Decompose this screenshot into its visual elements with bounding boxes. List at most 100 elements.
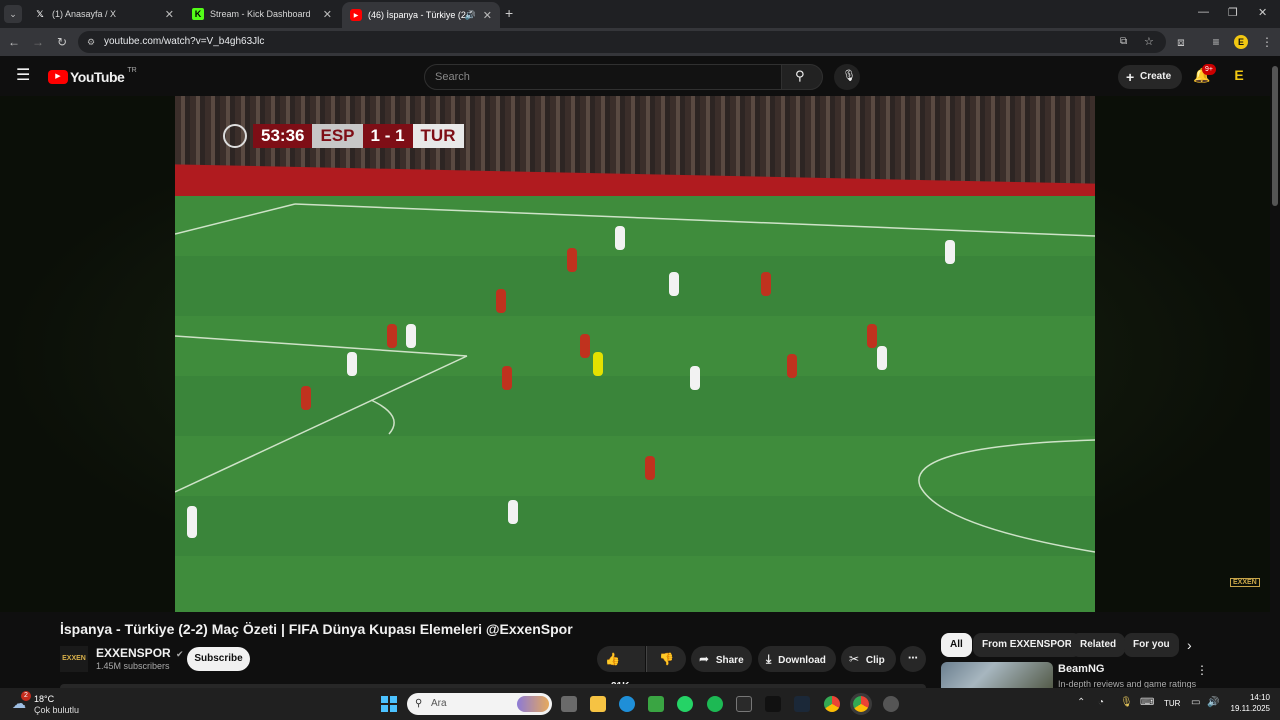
network-icon[interactable]: ▭ — [1191, 697, 1200, 708]
tab-title: Stream - Kick Dashboard — [210, 9, 311, 19]
back-icon[interactable]: ← — [5, 33, 23, 51]
home-team: ESP — [312, 124, 363, 148]
install-app-icon[interactable]: ⧉ — [1120, 31, 1127, 53]
share-button[interactable]: ➦ Share — [691, 646, 752, 672]
tab-kick[interactable]: K Stream - Kick Dashboard ✕ — [184, 2, 340, 26]
download-label: Download — [778, 655, 826, 666]
close-tab-icon[interactable]: ✕ — [323, 8, 332, 21]
clock-date[interactable]: 19.11.2025 — [1222, 704, 1270, 713]
subscribe-button[interactable]: Subscribe — [187, 647, 250, 671]
site-info-icon[interactable]: ⚙ — [87, 31, 95, 53]
weather-temperature: 18°C — [34, 694, 55, 704]
app-icon[interactable] — [883, 696, 899, 712]
tab-search-dropdown-icon[interactable]: ⌄ — [4, 5, 22, 23]
scrollbar-thumb[interactable] — [1272, 66, 1278, 206]
youtube-logo[interactable]: ▶ YouTube TR — [48, 66, 137, 85]
tray-chevron-icon[interactable]: ⌃ — [1077, 697, 1085, 708]
tiktok-icon[interactable] — [765, 696, 781, 712]
chrome-menu-icon[interactable]: ⋮ — [1258, 33, 1276, 51]
share-icon: ➦ — [699, 652, 710, 666]
more-actions-button[interactable]: ⋯ — [900, 646, 926, 672]
speaker-icon[interactable]: 🔊 — [465, 10, 476, 21]
close-tab-icon[interactable]: ✕ — [165, 8, 174, 21]
channel-watermark: EXXEN — [1230, 578, 1260, 587]
chip-related[interactable]: Related — [1071, 633, 1126, 657]
spotify-icon[interactable] — [707, 696, 723, 712]
edge-icon[interactable] — [619, 696, 635, 712]
like-button[interactable]: 👍 21K — [597, 646, 645, 692]
youtube-masthead: ☰ ▶ YouTube TR Search ⚲ 🎙 + Create 🔔 9+ … — [0, 56, 1280, 96]
task-view-icon[interactable] — [561, 696, 577, 712]
bookmark-star-icon[interactable]: ☆ — [1144, 31, 1154, 53]
channel-name-text: EXXENSPOR — [96, 646, 171, 660]
close-tab-icon[interactable]: ✕ — [483, 9, 492, 22]
minimize-icon[interactable]: — — [1198, 6, 1209, 18]
player — [508, 500, 518, 524]
page-scrollbar[interactable] — [1270, 56, 1280, 688]
restore-icon[interactable]: ❐ — [1228, 6, 1238, 19]
search-icon: ⚲ — [795, 68, 805, 83]
voice-search-button[interactable]: 🎙 — [834, 64, 860, 90]
chip-from-channel[interactable]: From EXXENSPOR — [973, 633, 1082, 657]
pitch-lines — [175, 203, 1095, 553]
tray-mic-icon[interactable]: 🎙 — [1120, 697, 1133, 708]
download-button[interactable]: ⤓ Download — [758, 646, 836, 672]
player — [669, 272, 679, 296]
windows-start-icon[interactable] — [381, 696, 397, 712]
scoreboard: 53:36 ESP 1 - 1 TUR — [253, 124, 464, 148]
file-explorer-icon[interactable] — [590, 696, 606, 712]
player — [645, 456, 655, 480]
match-score: 1 - 1 — [362, 124, 413, 148]
create-button[interactable]: + Create — [1118, 65, 1182, 89]
address-bar[interactable]: ⚙ youtube.com/watch?v=V_b4gh63Jlc ⧉ ☆ — [78, 31, 1166, 53]
player — [580, 334, 590, 358]
minecraft-icon[interactable] — [648, 696, 664, 712]
chip-all[interactable]: All — [941, 633, 972, 657]
weather-badge: 2 — [21, 691, 31, 701]
tab-title: (46) İspanya - Türkiye (2-2) — [368, 10, 472, 20]
tab-x[interactable]: 𝕏 (1) Anasayfa / X ✕ — [26, 2, 182, 26]
tab-title: (1) Anasayfa / X — [52, 9, 117, 19]
input-language[interactable]: TUR — [1164, 699, 1180, 708]
download-icon: ⤓ — [766, 652, 772, 666]
clip-button[interactable]: ✂ Clip — [841, 646, 896, 672]
hamburger-menu-icon[interactable]: ☰ — [16, 68, 30, 84]
channel-avatar[interactable]: EXXEN — [60, 646, 88, 672]
video-title: İspanya - Türkiye (2-2) Maç Özeti | FIFA… — [60, 621, 573, 637]
extensions-icon[interactable]: ⧈ — [1172, 33, 1190, 51]
search-button[interactable]: ⚲ — [781, 64, 823, 90]
dislike-button[interactable]: 👎 — [646, 646, 686, 672]
steam-icon[interactable] — [794, 696, 810, 712]
search-input[interactable]: Search — [424, 64, 782, 90]
player — [567, 248, 577, 272]
clock-time[interactable]: 14:10 — [1236, 693, 1270, 702]
tray-keyboard-icon[interactable]: ⌨ — [1140, 697, 1154, 708]
reading-list-icon[interactable]: ≡ — [1207, 33, 1225, 51]
chip-for-you[interactable]: For you — [1124, 633, 1179, 657]
video-player[interactable]: 53:36 ESP 1 - 1 TUR — [175, 96, 1095, 612]
player — [945, 240, 955, 264]
close-window-icon[interactable]: ✕ — [1258, 6, 1267, 19]
player — [347, 352, 357, 376]
channel-name[interactable]: EXXENSPOR ✔ — [96, 646, 184, 660]
taskbar-search[interactable]: ⚲ Ara — [407, 693, 552, 715]
chrome-icon[interactable] — [824, 696, 840, 712]
region-label: TR — [127, 66, 137, 74]
chevron-right-icon[interactable]: › — [1187, 637, 1192, 653]
recommendation-thumbnail[interactable] — [941, 662, 1053, 688]
reload-icon[interactable]: ↻ — [53, 33, 71, 51]
recommendation-title[interactable]: BeamNG — [1058, 663, 1104, 675]
tab-youtube[interactable]: ▶ (46) İspanya - Türkiye (2-2) 🔊 ✕ — [342, 2, 500, 28]
recommendation-menu-icon[interactable]: ⋮ — [1196, 663, 1208, 677]
new-tab-icon[interactable]: + — [505, 5, 513, 21]
chrome-active-icon[interactable] — [850, 693, 872, 715]
epic-games-icon[interactable] — [736, 696, 752, 712]
forward-icon[interactable]: → — [29, 33, 47, 51]
tray-app-icon[interactable]: ◔ — [1098, 697, 1104, 708]
account-avatar[interactable]: E — [1231, 67, 1247, 83]
profile-avatar[interactable]: E — [1234, 35, 1248, 49]
volume-icon[interactable]: 🔊 — [1207, 697, 1219, 708]
thumbs-up-icon: 👍 — [605, 652, 620, 666]
whatsapp-icon[interactable] — [677, 696, 693, 712]
thumbs-down-icon: 👎 — [659, 652, 674, 666]
